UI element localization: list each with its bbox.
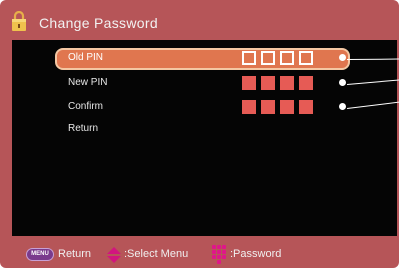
pin-digit-box: [299, 100, 313, 114]
pin-digit-box: [280, 51, 294, 65]
confirm-pin-label: Confirm: [68, 101, 104, 112]
pin-digit-box: [280, 100, 294, 114]
pin-digit-box: [242, 76, 256, 90]
old-pin-label: Old PIN: [68, 52, 104, 63]
up-down-arrows-icon: [107, 247, 121, 263]
lock-icon: [12, 11, 26, 31]
pin-digit-box: [242, 100, 256, 114]
pin-digit-box: [261, 51, 275, 65]
return-menu-item[interactable]: Return: [68, 123, 98, 134]
menu-key-icon: MENU: [26, 248, 54, 261]
old-pin-row[interactable]: Old PIN: [55, 48, 350, 70]
pin-menu: Old PIN New PIN Confirm Return: [12, 40, 397, 236]
connector-dot: [339, 54, 346, 61]
footer-hints: MENU Return :Select Menu :Password: [0, 240, 399, 268]
pin-digit-box: [261, 100, 275, 114]
change-password-dialog: Change Password Old PIN New PIN Confirm …: [0, 0, 399, 268]
pin-digit-box: [242, 51, 256, 65]
number-keypad-icon: [212, 245, 226, 264]
password-hint: :Password: [230, 248, 282, 260]
new-pin-label: New PIN: [68, 77, 108, 88]
dialog-header: Change Password: [0, 0, 399, 40]
connector-dot: [339, 103, 346, 110]
confirm-pin-input[interactable]: [242, 100, 318, 116]
select-menu-hint: :Select Menu: [124, 248, 189, 260]
new-pin-input[interactable]: [242, 76, 318, 92]
confirm-pin-row[interactable]: Confirm: [55, 97, 350, 119]
page-title: Change Password: [39, 15, 158, 31]
pin-digit-box: [299, 76, 313, 90]
pin-digit-box: [261, 76, 275, 90]
pin-digit-box: [280, 76, 294, 90]
old-pin-input[interactable]: [242, 51, 318, 67]
return-hint: Return: [58, 248, 92, 260]
connector-dot: [339, 79, 346, 86]
pin-digit-box: [299, 51, 313, 65]
new-pin-row[interactable]: New PIN: [55, 73, 350, 95]
